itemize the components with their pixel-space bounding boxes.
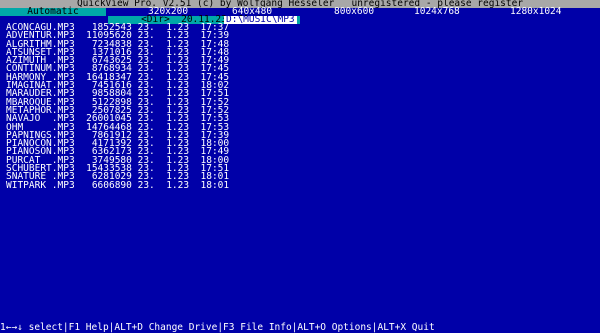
file-date: 23. 1.23 — [131, 179, 190, 191]
file-row[interactable]: WITPARK .MP3 6606890 23. 1.23 18:01 — [6, 179, 230, 191]
current-path: D:\MUSIC\MP3 — [224, 14, 297, 25]
file-time: 18:01 — [189, 179, 230, 191]
file-size: 6606890 — [74, 179, 132, 191]
mode-1024x768[interactable]: 1024x768 — [414, 7, 460, 17]
mode-1280x1024[interactable]: 1280x1024 — [510, 7, 561, 17]
status-bar: 1←→↓ select|F1 Help|ALT+D Change Drive|F… — [0, 322, 600, 333]
mode-automatic[interactable]: Automatic — [0, 7, 106, 16]
file-ext: MP3 — [57, 179, 75, 191]
resolution-bar: Automatic 320x200 640x480 800x600 1024x7… — [0, 7, 600, 17]
mode-800x600[interactable]: 800x600 — [334, 7, 374, 17]
file-list: ACONCAGU.MP3 1852543 23. 1.23 17:37 ADVEN… — [6, 23, 230, 191]
file-name: WITPARK — [6, 179, 52, 191]
